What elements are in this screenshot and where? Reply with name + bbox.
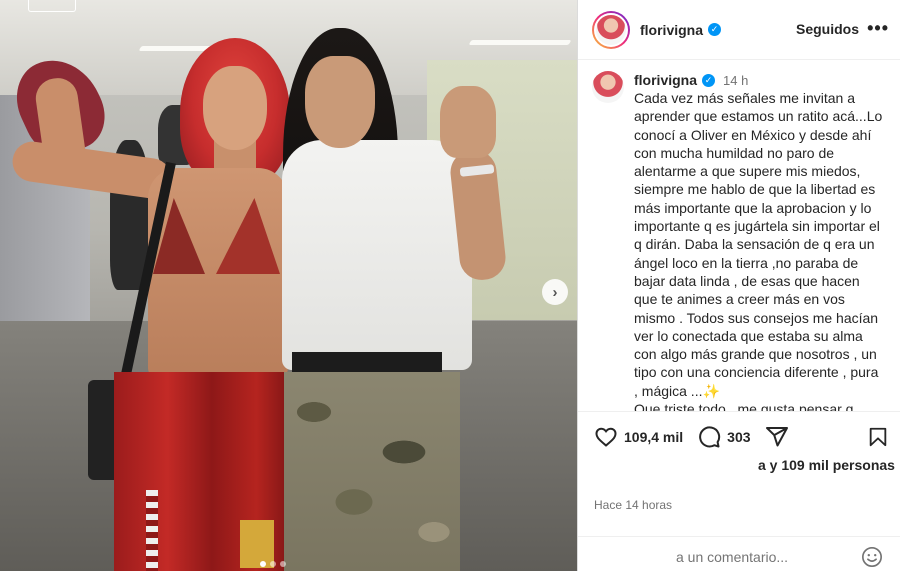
- action-bar: 109,4 mil 303: [578, 411, 900, 461]
- more-options-icon[interactable]: •••: [867, 18, 889, 39]
- white-tshirt: [282, 140, 472, 370]
- caption: florivigna ✓ 14 h Cada vez más señales m…: [634, 71, 884, 411]
- save-button[interactable]: [867, 426, 889, 453]
- share-button[interactable]: [765, 425, 789, 449]
- like-button[interactable]: 109,4 mil: [594, 425, 683, 449]
- peace-sign-hand: [440, 86, 496, 158]
- comment-box: [578, 536, 900, 571]
- carousel-next-button[interactable]: ›: [542, 279, 568, 305]
- avatar[interactable]: [592, 71, 624, 103]
- woman-face: [203, 66, 267, 150]
- carousel-dot: [280, 561, 286, 567]
- story-ring[interactable]: [592, 10, 630, 49]
- comment-count[interactable]: 303: [727, 429, 750, 445]
- comment-button[interactable]: 303: [697, 425, 751, 449]
- post-header: florivigna ✓ Seguidos •••: [578, 0, 900, 60]
- ceiling-light: [468, 40, 572, 45]
- caption-header: florivigna ✓ 14 h: [634, 71, 884, 89]
- post-timestamp[interactable]: Hace 14 horas: [594, 498, 672, 512]
- header-username[interactable]: florivigna: [640, 22, 703, 38]
- following-button[interactable]: Seguidos: [796, 21, 859, 37]
- emoji-button[interactable]: [861, 546, 883, 571]
- paper-plane-icon: [765, 426, 788, 446]
- comment-input[interactable]: [676, 549, 856, 565]
- carousel-dot: [260, 561, 266, 567]
- verified-badge-icon: ✓: [708, 23, 722, 36]
- pants-lacing: [146, 490, 158, 571]
- caption-username[interactable]: florivigna: [634, 72, 697, 88]
- post-photo[interactable]: ›: [0, 0, 577, 571]
- post-sidebar: florivigna ✓ Seguidos ••• florivigna ✓ 1…: [577, 0, 900, 571]
- media-tag-icon: [28, 0, 76, 12]
- like-count[interactable]: 109,4 mil: [624, 429, 683, 445]
- liked-by-text[interactable]: a y 109 mil personas: [758, 457, 895, 473]
- caption-text: Cada vez más señales me invitan a aprend…: [634, 90, 883, 411]
- verified-badge-icon: ✓: [702, 73, 716, 87]
- bookmark-icon: [869, 427, 887, 447]
- comment-bubble-icon: [699, 425, 721, 447]
- heart-icon: [595, 427, 617, 447]
- camo-pants: [284, 372, 460, 571]
- carousel-dots: [260, 561, 286, 567]
- carousel-dot: [270, 561, 276, 567]
- man-face: [305, 56, 375, 148]
- instagram-post: › florivigna ✓ Seguidos ••• florivigna ✓: [0, 0, 900, 571]
- caption-scroll-area[interactable]: florivigna ✓ 14 h Cada vez más señales m…: [578, 61, 900, 411]
- caption-time[interactable]: 14 h: [723, 73, 748, 88]
- avatar[interactable]: [594, 12, 628, 47]
- chevron-right-icon: ›: [552, 283, 558, 301]
- smiley-icon: [862, 547, 882, 567]
